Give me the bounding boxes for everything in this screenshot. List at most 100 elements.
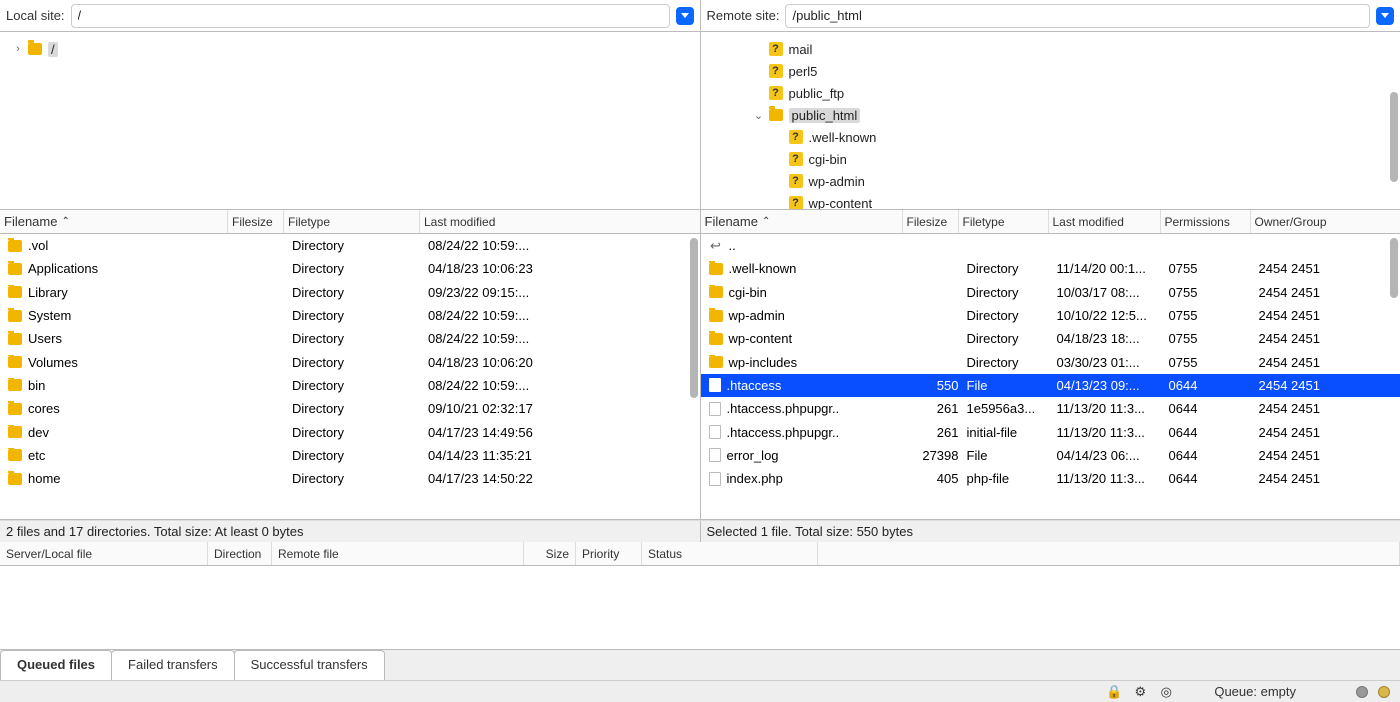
lastmod: 03/30/23 01:... xyxy=(1053,355,1165,370)
col-filetype[interactable]: Filetype xyxy=(284,210,420,233)
list-item[interactable]: wp-contentDirectory04/18/23 18:...075524… xyxy=(701,327,1400,350)
tree-item[interactable]: ?wp-admin xyxy=(705,170,1397,192)
tab-successful-transfers[interactable]: Successful transfers xyxy=(234,650,385,680)
tab-failed-transfers[interactable]: Failed transfers xyxy=(111,650,235,680)
owner-group: 2454 2451 xyxy=(1255,355,1400,370)
footer-bar: 🔒 ⚙ ◎ Queue: empty xyxy=(0,680,1400,702)
local-site-input[interactable] xyxy=(71,4,670,28)
remote-list-header[interactable]: Filename⌃ Filesize Filetype Last modifie… xyxy=(701,210,1400,234)
queue-status-label: Queue: empty xyxy=(1214,684,1296,699)
tree-item[interactable]: ?public_ftp xyxy=(705,82,1397,104)
lastmod: 10/03/17 08:... xyxy=(1053,285,1165,300)
local-list-body[interactable]: .volDirectory08/24/22 10:59:...Applicati… xyxy=(0,234,700,519)
lastmod: 11/13/20 11:3... xyxy=(1053,471,1165,486)
col-size[interactable]: Size xyxy=(524,542,576,565)
list-item[interactable]: wp-adminDirectory10/10/22 12:5...0755245… xyxy=(701,304,1400,327)
tree-label: / xyxy=(48,42,58,57)
gear-icon[interactable]: ⚙ xyxy=(1132,684,1148,700)
tree-item[interactable]: ?cgi-bin xyxy=(705,148,1397,170)
radar-icon[interactable]: ◎ xyxy=(1158,684,1174,700)
col-status[interactable]: Status xyxy=(642,542,818,565)
list-item[interactable]: index.php405php-file11/13/20 11:3...0644… xyxy=(701,467,1400,490)
filename: .well-known xyxy=(729,261,797,276)
list-item[interactable]: UsersDirectory08/24/22 10:59:... xyxy=(0,327,700,350)
local-site-dropdown-icon[interactable] xyxy=(676,7,694,25)
scrollbar[interactable] xyxy=(690,238,698,398)
local-file-list: Filename⌃ Filesize Filetype Last modifie… xyxy=(0,210,701,519)
list-item[interactable]: ApplicationsDirectory04/18/23 10:06:23 xyxy=(0,257,700,280)
filename: wp-includes xyxy=(729,355,798,370)
list-item[interactable]: error_log27398File04/14/23 06:...0644245… xyxy=(701,444,1400,467)
scrollbar[interactable] xyxy=(1390,92,1398,182)
filetype: Directory xyxy=(288,448,424,463)
list-item[interactable]: .htaccess.phpupgr..2611e5956a3...11/13/2… xyxy=(701,397,1400,420)
tree-item[interactable]: ?perl5 xyxy=(705,60,1397,82)
col-remote-file[interactable]: Remote file xyxy=(272,542,524,565)
expander-icon[interactable]: ⌄ xyxy=(753,109,765,122)
col-filetype[interactable]: Filetype xyxy=(959,210,1049,233)
col-priority[interactable]: Priority xyxy=(576,542,642,565)
list-item[interactable]: etcDirectory04/14/23 11:35:21 xyxy=(0,444,700,467)
scrollbar[interactable] xyxy=(1390,238,1398,298)
col-spacer xyxy=(818,542,1400,565)
permissions: 0755 xyxy=(1165,308,1255,323)
filetype: Directory xyxy=(963,261,1053,276)
col-lastmod[interactable]: Last modified xyxy=(420,210,700,233)
folder-icon xyxy=(8,240,22,252)
col-filename[interactable]: Filename⌃ xyxy=(0,210,228,233)
unknown-folder-icon: ? xyxy=(789,174,803,188)
lastmod: 11/14/20 00:1... xyxy=(1053,261,1165,276)
col-lastmod[interactable]: Last modified xyxy=(1049,210,1161,233)
lastmod: 10/10/22 12:5... xyxy=(1053,308,1165,323)
remote-site-input[interactable] xyxy=(785,4,1370,28)
queue-body[interactable] xyxy=(0,566,1400,649)
filename: .. xyxy=(729,238,736,253)
folder-icon xyxy=(8,286,22,298)
remote-list-body[interactable]: ↩.. .well-known Directory11/14/20 00:1... 0… xyxy=(701,234,1400,519)
lastmod: 04/14/23 06:... xyxy=(1053,448,1165,463)
tree-item[interactable]: ⌄public_html xyxy=(705,104,1397,126)
remote-site-dropdown-icon[interactable] xyxy=(1376,7,1394,25)
tree-item[interactable]: ›/ xyxy=(4,38,696,60)
local-tree[interactable]: ›/ xyxy=(0,32,701,209)
folder-icon xyxy=(8,263,22,275)
col-permissions[interactable]: Permissions xyxy=(1161,210,1251,233)
filetype: Directory xyxy=(288,238,424,253)
tree-item[interactable]: ?wp-content xyxy=(705,192,1397,209)
permissions: 0644 xyxy=(1165,471,1255,486)
file-lists: Filename⌃ Filesize Filetype Last modifie… xyxy=(0,210,1400,520)
list-item[interactable]: homeDirectory04/17/23 14:50:22 xyxy=(0,467,700,490)
list-item[interactable]: cgi-binDirectory10/03/17 08:...07552454 … xyxy=(701,281,1400,304)
list-item[interactable]: .volDirectory08/24/22 10:59:... xyxy=(0,234,700,257)
col-owner[interactable]: Owner/Group xyxy=(1251,210,1400,233)
list-item[interactable]: wp-includesDirectory03/30/23 01:...07552… xyxy=(701,350,1400,373)
folder-icon xyxy=(8,356,22,368)
file-icon xyxy=(709,425,721,439)
filename: bin xyxy=(28,378,45,393)
list-item[interactable]: .htaccess.phpupgr..261initial-file11/13/… xyxy=(701,420,1400,443)
local-list-header[interactable]: Filename⌃ Filesize Filetype Last modifie… xyxy=(0,210,700,234)
list-item[interactable]: binDirectory08/24/22 10:59:... xyxy=(0,374,700,397)
tab-queued-files[interactable]: Queued files xyxy=(0,650,112,680)
tree-item[interactable]: ?.well-known xyxy=(705,126,1397,148)
list-item[interactable]: ↩.. xyxy=(701,234,1400,257)
col-filename[interactable]: Filename⌃ xyxy=(701,210,903,233)
tree-item[interactable]: ?mail xyxy=(705,38,1397,60)
remote-tree[interactable]: ?mail?perl5?public_ftp⌄public_html?.well… xyxy=(701,32,1400,209)
lock-icon[interactable]: 🔒 xyxy=(1106,684,1122,700)
col-server-file[interactable]: Server/Local file xyxy=(0,542,208,565)
filename: System xyxy=(28,308,71,323)
col-filesize[interactable]: Filesize xyxy=(903,210,959,233)
col-direction[interactable]: Direction xyxy=(208,542,272,565)
list-item[interactable]: .htaccess550File04/13/23 09:...06442454 … xyxy=(701,374,1400,397)
list-item[interactable]: SystemDirectory08/24/22 10:59:... xyxy=(0,304,700,327)
expander-icon[interactable]: › xyxy=(12,43,24,55)
folder-icon xyxy=(8,403,22,415)
list-item[interactable]: devDirectory04/17/23 14:49:56 xyxy=(0,420,700,443)
list-item[interactable]: LibraryDirectory09/23/22 09:15:... xyxy=(0,281,700,304)
queue-header[interactable]: Server/Local file Direction Remote file … xyxy=(0,542,1400,566)
list-item[interactable]: VolumesDirectory04/18/23 10:06:20 xyxy=(0,350,700,373)
list-item[interactable]: coresDirectory09/10/21 02:32:17 xyxy=(0,397,700,420)
col-filesize[interactable]: Filesize xyxy=(228,210,284,233)
list-item[interactable]: .well-knownDirectory11/14/20 00:1...0755… xyxy=(701,257,1400,280)
